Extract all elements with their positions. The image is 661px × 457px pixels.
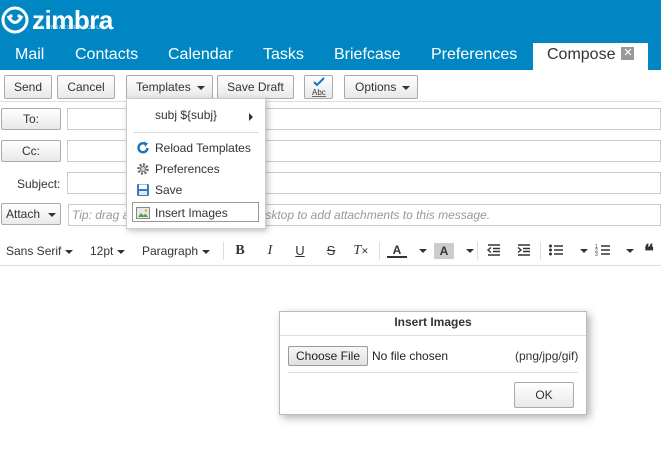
insert-images-dialog: Insert Images Choose File No file chosen… [279,311,587,415]
svg-text:3: 3 [595,252,598,257]
chevron-down-icon[interactable] [626,249,634,253]
tab-briefcase[interactable]: Briefcase [334,43,401,70]
bullet-list-icon[interactable] [547,243,565,259]
text-color-icon[interactable]: A [387,243,407,258]
chevron-down-icon [117,249,126,254]
tab-contacts[interactable]: Contacts [75,43,138,70]
font-size-value: 12pt [90,244,114,258]
tab-mail[interactable]: Mail [15,43,44,70]
ok-button[interactable]: OK [514,382,574,408]
toolbar-divider [223,242,224,260]
chevron-down-icon [402,85,411,90]
blockquote-icon[interactable]: ❝ [640,242,658,260]
templates-menu: subj ${subj} Reload Templates Preference… [126,98,266,229]
toolbar-divider [477,242,478,260]
zimbra-logo-icon [1,6,29,34]
reload-templates-label: Reload Templates [155,141,251,155]
templates-label: Templates [136,80,191,94]
file-status: No file chosen [372,349,449,363]
template-subj-label: subj ${subj} [155,108,218,122]
chevron-down-icon[interactable] [466,249,474,253]
save-draft-button[interactable]: Save Draft [217,75,294,99]
tab-compose[interactable]: Compose ✕ [533,43,649,70]
zimbra-compose-window: zimbra A SYNACOR PRODUCT Mail Contacts C… [0,0,661,457]
spellcheck-text: Abc [312,88,326,97]
background-color-icon[interactable]: A [434,243,454,259]
app-header: zimbra A SYNACOR PRODUCT Mail Contacts C… [0,0,661,70]
choose-file-button[interactable]: Choose File [288,346,368,366]
brand-tagline: A SYNACOR PRODUCT [40,25,109,31]
insert-images-label: Insert Images [155,206,228,220]
template-subj-item[interactable]: subj ${subj} [133,105,259,125]
italic-icon[interactable]: I [261,243,279,259]
chevron-down-icon[interactable] [580,249,588,253]
subject-label: Subject: [17,177,61,191]
chevron-right-icon [249,113,253,121]
save-item[interactable]: Save [133,180,259,200]
font-size-select[interactable]: 12pt [90,236,126,266]
clear-formatting-icon[interactable]: T✕ [352,243,370,259]
block-format-value: Paragraph [142,244,199,258]
to-button[interactable]: To: [1,108,61,130]
cc-button[interactable]: Cc: [1,140,61,162]
image-icon [136,207,150,219]
menu-divider [133,132,259,133]
tab-calendar[interactable]: Calendar [168,43,233,70]
preferences-item[interactable]: Preferences [133,159,259,179]
preferences-label: Preferences [155,162,220,176]
tab-preferences[interactable]: Preferences [431,43,517,70]
indent-icon[interactable] [515,243,533,259]
block-format-select[interactable]: Paragraph [142,236,211,266]
allowed-file-types: (png/jpg/gif) [515,349,579,363]
bold-icon[interactable]: B [231,243,249,259]
options-label: Options [355,80,397,94]
templates-button[interactable]: Templates [126,75,213,99]
reload-icon [137,141,149,154]
tab-tasks[interactable]: Tasks [263,43,304,70]
cancel-button[interactable]: Cancel [57,75,115,99]
spellcheck-button[interactable]: Abc [304,75,333,99]
save-label: Save [155,183,183,197]
numbered-list-icon[interactable]: 123 [594,243,612,259]
editor-toolbar: Sans Serif 12pt Paragraph B I U S T✕ A A [0,236,661,266]
chevron-down-icon [196,85,205,90]
font-family-select[interactable]: Sans Serif [6,236,74,266]
chevron-down-icon[interactable] [419,249,427,253]
save-icon [137,184,149,196]
attach-label: Attach [6,207,41,221]
gear-icon [137,163,149,175]
tab-compose-label: Compose [547,46,616,63]
font-family-value: Sans Serif [6,244,62,258]
compose-toolbar: Send Cancel Templates Save Draft Abc Opt… [0,70,661,102]
chevron-down-icon [65,249,74,254]
chevron-down-icon [48,212,57,217]
send-button[interactable]: Send [4,75,52,99]
reload-templates-item[interactable]: Reload Templates [133,138,259,158]
strikethrough-icon[interactable]: S [322,243,340,259]
toolbar-divider [540,242,541,260]
chevron-down-icon [202,249,211,254]
underline-icon[interactable]: U [291,243,309,259]
toolbar-divider [379,242,380,260]
close-icon[interactable]: ✕ [621,47,635,61]
dialog-title: Insert Images [280,312,586,336]
options-button[interactable]: Options [344,75,418,99]
insert-images-item[interactable]: Insert Images [132,202,259,222]
outdent-icon[interactable] [485,243,503,259]
attach-button[interactable]: Attach [1,203,61,225]
dialog-divider [288,372,578,373]
spellcheck-icon: Abc [312,77,326,97]
